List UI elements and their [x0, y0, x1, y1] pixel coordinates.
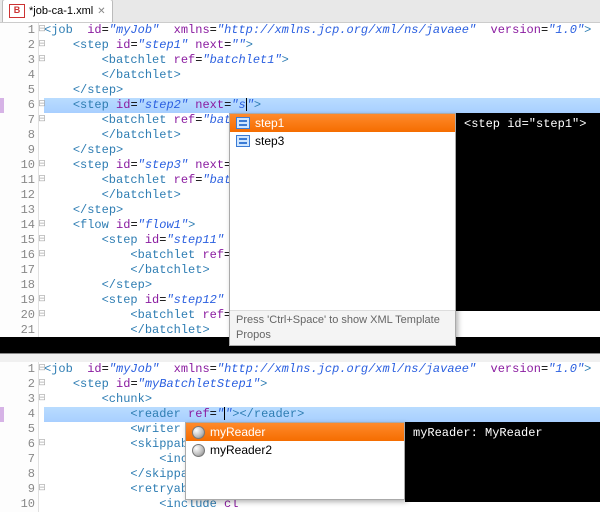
close-icon[interactable]: ✕ — [97, 6, 105, 17]
completion-label: myReader — [210, 425, 265, 440]
documentation-popup: <step id="step1"> — [456, 113, 600, 311]
bean-icon — [192, 426, 205, 439]
editor-tab-bar: B *job-ca-1.xml ✕ — [0, 0, 600, 23]
completion-item[interactable]: step1 — [230, 114, 455, 132]
editor-bottom[interactable]: ⊟1⊟2⊟345⊟678⊟910 <job id="myJob" xmlns="… — [0, 362, 600, 512]
editor-tab[interactable]: B *job-ca-1.xml ✕ — [2, 0, 113, 22]
gutter: ⊟1⊟2⊟345⊟678⊟910 — [0, 362, 39, 512]
gutter: ⊟1⊟2⊟345⊟6⊟789⊟10⊟111213⊟14⊟15⊟161718⊟19… — [0, 23, 39, 338]
editor-top[interactable]: ⊟1⊟2⊟345⊟6⊟789⊟10⊟111213⊟14⊟15⊟161718⊟19… — [0, 23, 600, 337]
tab-filename: *job-ca-1.xml — [29, 5, 93, 17]
documentation-popup: myReader: MyReader — [405, 422, 600, 502]
content-assist-popup[interactable]: myReader myReader2 — [185, 422, 405, 500]
completion-label: step3 — [255, 134, 284, 149]
popup-hint: Press 'Ctrl+Space' to show XML Template … — [230, 310, 455, 345]
completion-label: step1 — [255, 116, 284, 131]
completion-item[interactable]: step3 — [230, 132, 455, 150]
completion-label: myReader2 — [210, 443, 272, 458]
completion-item[interactable]: myReader2 — [186, 441, 404, 459]
content-assist-popup[interactable]: step1 step3 Press 'Ctrl+Space' to show X… — [229, 113, 456, 346]
bean-icon — [192, 444, 205, 457]
enum-icon — [236, 135, 250, 147]
completion-item[interactable]: myReader — [186, 423, 404, 441]
batch-file-icon: B — [9, 4, 25, 18]
enum-icon — [236, 117, 250, 129]
